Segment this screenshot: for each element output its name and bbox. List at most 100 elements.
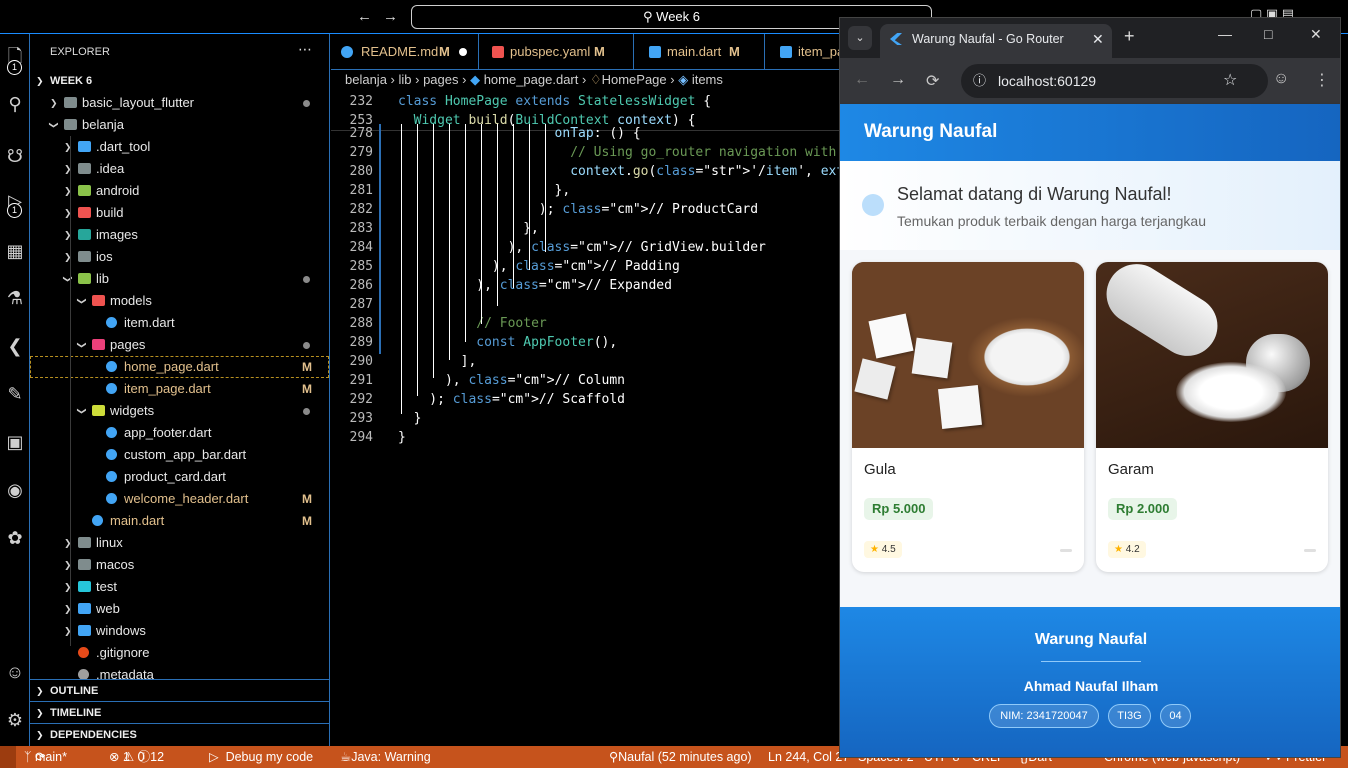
code-line[interactable]: 282 ); class="cm">// ProductCard: [331, 200, 840, 219]
folder-item[interactable]: ❯ models: [30, 290, 329, 312]
more-actions-icon[interactable]: ⋯: [298, 41, 312, 58]
folder-item[interactable]: ❯ basic_layout_flutter: [30, 92, 329, 114]
code-line[interactable]: 289 const AppFooter(),: [331, 333, 840, 352]
settings-gear-icon[interactable]: ⚙: [3, 708, 27, 732]
folder-item[interactable]: ❯ images: [30, 224, 329, 246]
breadcrumb-item[interactable]: lib: [399, 72, 412, 87]
tab-pubspec[interactable]: pubspec.yaml M: [480, 34, 634, 70]
minimize-icon[interactable]: —: [1218, 26, 1232, 42]
flutter-icon[interactable]: ❮: [3, 334, 27, 358]
file-item[interactable]: home_page.dart M: [30, 356, 329, 378]
testing-icon[interactable]: ⚗: [3, 286, 27, 310]
file-item[interactable]: .gitignore: [30, 642, 329, 664]
close-window-icon[interactable]: ✕: [1310, 26, 1322, 43]
file-item[interactable]: custom_app_bar.dart: [30, 444, 329, 466]
run-debug-icon[interactable]: ▷ 1: [3, 189, 27, 218]
forward-arrow-icon[interactable]: →: [383, 8, 398, 25]
address-bar[interactable]: ⓘ localhost:60129 ☆: [961, 64, 1268, 98]
back-icon[interactable]: ←: [854, 71, 870, 89]
workspace-root[interactable]: ❯ WEEK 6: [30, 70, 329, 92]
close-tab-icon[interactable]: ✕: [1092, 24, 1104, 54]
folder-item[interactable]: ❯ belanja: [30, 114, 329, 136]
source-control-icon[interactable]: ☋: [3, 144, 27, 168]
file-item[interactable]: app_footer.dart: [30, 422, 329, 444]
debug-indicator[interactable]: ▷ Debug my code: [209, 746, 313, 768]
file-item[interactable]: welcome_header.dart M: [30, 488, 329, 510]
timeline-section[interactable]: ❯ TIMELINE: [30, 701, 329, 723]
unsaved-dot-icon[interactable]: [459, 48, 467, 56]
code-line[interactable]: 288 // Footer: [331, 314, 840, 333]
extensions-icon[interactable]: ▦: [3, 239, 27, 263]
branch-indicator[interactable]: ᛉ main* ⟳: [24, 746, 67, 768]
code-line[interactable]: 291 ), class="cm">// Column: [331, 371, 840, 390]
folder-item[interactable]: ❯ build: [30, 202, 329, 224]
code-line[interactable]: 290 ],: [331, 352, 840, 371]
folder-item[interactable]: ❯ macos: [30, 554, 329, 576]
folder-item[interactable]: ❯ .dart_tool: [30, 136, 329, 158]
new-tab-icon[interactable]: +: [1124, 26, 1135, 47]
breadcrumb-item[interactable]: belanja: [345, 72, 387, 87]
folder-item[interactable]: ❯ pages: [30, 334, 329, 356]
code-line[interactable]: 280 context.go(class="str">'/item', extr…: [331, 162, 923, 181]
search-icon[interactable]: ⚲: [3, 92, 27, 116]
bookmark-star-icon[interactable]: ☆: [1223, 64, 1237, 98]
extensions-pack-icon[interactable]: ✿: [3, 526, 27, 550]
folder-item[interactable]: ❯ ios: [30, 246, 329, 268]
product-card[interactable]: Gula Rp 5.000 ★ 4.5: [852, 262, 1084, 572]
code-line[interactable]: 283 },: [331, 219, 840, 238]
account-icon[interactable]: ☺: [3, 660, 27, 684]
browser-tab[interactable]: Warung Naufal - Go Router ✕: [880, 24, 1112, 58]
tab-search-icon[interactable]: ⌄: [848, 26, 872, 50]
folder-item[interactable]: ❯ linux: [30, 532, 329, 554]
folder-item[interactable]: ❯ windows: [30, 620, 329, 642]
code-line[interactable]: 284 ), class="cm">// GridView.builder: [331, 238, 840, 257]
edit-icon[interactable]: ✎: [3, 382, 27, 406]
forward-icon[interactable]: →: [890, 71, 906, 89]
github-icon[interactable]: ◉: [3, 478, 27, 502]
outline-section[interactable]: ❯ OUTLINE: [30, 679, 329, 701]
site-info-icon[interactable]: ⓘ: [973, 64, 986, 98]
maximize-icon[interactable]: □: [1264, 26, 1272, 42]
product-card[interactable]: Garam Rp 2.000 ★ 4.2: [1096, 262, 1328, 572]
remote-explorer-icon[interactable]: ▣: [3, 430, 27, 454]
file-item[interactable]: item_page.dart M: [30, 378, 329, 400]
folder-item[interactable]: ❯ .idea: [30, 158, 329, 180]
code-line[interactable]: 292 ); class="cm">// Scaffold: [331, 390, 840, 409]
file-item[interactable]: main.dart M: [30, 510, 329, 532]
problems-indicator[interactable]: ⊗ 1 ⚠ 0 ⓘ 12: [109, 746, 164, 768]
reload-icon[interactable]: ⟳: [926, 71, 939, 91]
folder-item[interactable]: ❯ web: [30, 598, 329, 620]
tab-main-dart[interactable]: main.dart M: [635, 34, 765, 70]
chrome-menu-icon[interactable]: ⋮: [1314, 70, 1330, 90]
file-item[interactable]: item.dart: [30, 312, 329, 334]
remote-indicator[interactable]: [0, 746, 16, 768]
cursor-position[interactable]: Ln 244, Col 27: [768, 746, 849, 768]
code-line[interactable]: 278 onTap: () {: [331, 124, 840, 143]
folder-item[interactable]: ❯ lib: [30, 268, 329, 290]
code-area[interactable]: 232 class HomePage extends StatelessWidge…: [331, 92, 923, 746]
code-line[interactable]: 293 }: [331, 409, 840, 428]
folder-item[interactable]: ❯ widgets: [30, 400, 329, 422]
file-item[interactable]: product_card.dart: [30, 466, 329, 488]
code-line[interactable]: 281 },: [331, 181, 840, 200]
code-line[interactable]: 279 // Using go_router navigation with e: [331, 143, 852, 162]
breadcrumb-item[interactable]: home_page.dart: [484, 72, 579, 87]
code-line[interactable]: 286 ), class="cm">// Expanded: [331, 276, 840, 295]
tab-readme[interactable]: README.md M: [331, 34, 479, 70]
breadcrumb-item[interactable]: pages: [423, 72, 458, 87]
code-line[interactable]: 285 ), class="cm">// Padding: [331, 257, 840, 276]
breadcrumb-item[interactable]: items: [692, 72, 723, 87]
back-arrow-icon[interactable]: ←: [357, 8, 372, 25]
code-line[interactable]: 294}: [331, 428, 840, 447]
sticky-scroll-line[interactable]: 232 class HomePage extends StatelessWidge…: [331, 92, 840, 111]
tab-item-page[interactable]: item_pa: [766, 34, 840, 70]
folder-item[interactable]: ❯ test: [30, 576, 329, 598]
folder-item[interactable]: ❯ android: [30, 180, 329, 202]
git-blame-indicator[interactable]: ⚲ Naufal (52 minutes ago): [609, 746, 752, 768]
dependencies-section[interactable]: ❯ DEPENDENCIES: [30, 723, 329, 745]
breadcrumb-item[interactable]: HomePage: [602, 72, 667, 87]
java-indicator[interactable]: ☕ Java: Warning: [340, 746, 431, 768]
code-line[interactable]: 287: [331, 295, 840, 314]
profile-icon[interactable]: ☺: [1273, 70, 1289, 88]
explorer-icon[interactable]: 🗋 1: [3, 44, 27, 75]
